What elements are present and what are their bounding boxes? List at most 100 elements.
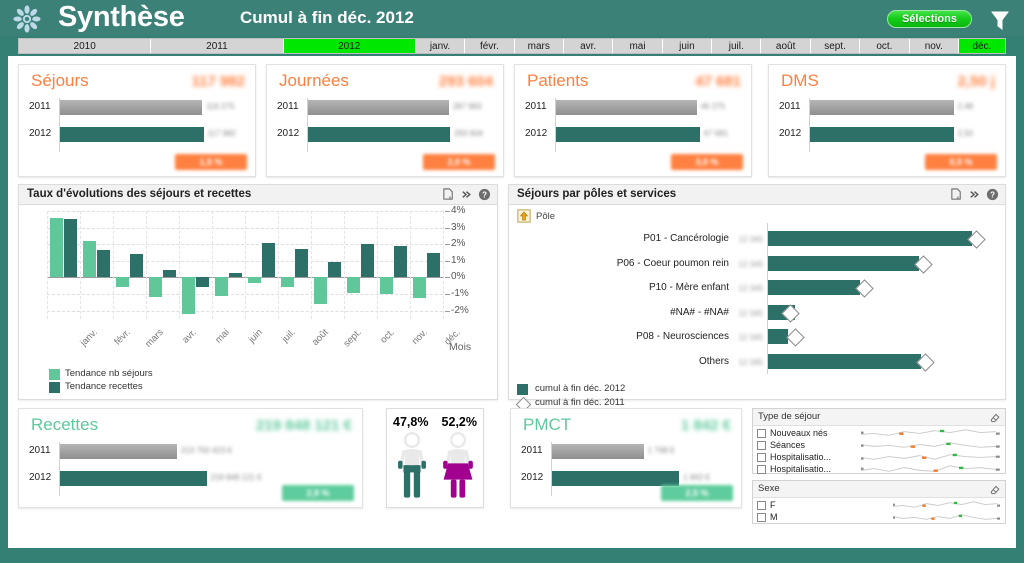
y-axis-tick: -1% — [451, 288, 469, 300]
expand-icon[interactable] — [460, 188, 473, 201]
category-label[interactable]: #NA# - #NA# — [589, 307, 729, 318]
filter-item[interactable]: F — [757, 499, 776, 511]
female-figure-icon — [443, 431, 473, 498]
kpi-patients-bar[interactable] — [556, 127, 700, 142]
filter-checkbox[interactable] — [757, 440, 766, 450]
bar-sept-s0[interactable] — [314, 277, 327, 305]
bar-mai-s0[interactable] — [182, 277, 195, 314]
category-label[interactable]: P01 - Cancérologie — [589, 233, 729, 244]
category-label[interactable]: P10 - Mère enfant — [589, 282, 729, 293]
bar-mars-s1[interactable] — [130, 254, 143, 278]
filter-item[interactable]: Séances — [757, 439, 805, 451]
recettes-bar[interactable] — [60, 444, 177, 459]
timeline-item-fvr[interactable]: févr. — [465, 39, 515, 53]
timeline-item-aot[interactable]: août — [761, 39, 811, 53]
category-label[interactable]: P06 - Coeur poumon rein — [589, 258, 729, 269]
timeline-item-2011[interactable]: 2011 — [151, 39, 284, 53]
bar-aot-s0[interactable] — [281, 277, 294, 288]
bar-dc-s1[interactable] — [427, 252, 440, 278]
bar-janv-s0[interactable] — [50, 217, 63, 278]
timeline-item-avr[interactable]: avr. — [564, 39, 614, 53]
bar-mars-s0[interactable] — [116, 277, 129, 288]
page-subtitle: Cumul à fin déc. 2012 — [240, 8, 414, 27]
bar-avr-s0[interactable] — [149, 277, 162, 298]
bar-janv-s1[interactable] — [64, 219, 77, 278]
timeline-item-nov[interactable]: nov. — [910, 39, 959, 53]
bar-nov-s1[interactable] — [394, 245, 407, 278]
svg-text:?: ? — [482, 191, 487, 200]
help-icon[interactable]: ? — [478, 188, 491, 201]
category-label[interactable]: Others — [589, 356, 729, 367]
pmct-bar[interactable] — [552, 444, 644, 459]
kpi-dms-row: 2011 2,48 — [779, 99, 1015, 118]
bar-sept-s1[interactable] — [328, 261, 341, 278]
help-icon[interactable]: ? — [986, 188, 999, 201]
bar-Others[interactable] — [768, 353, 921, 369]
bar-avr-s1[interactable] — [163, 269, 176, 278]
kpi-sjours-bar[interactable] — [60, 127, 204, 142]
bar-P01Cancrologie[interactable] — [768, 231, 972, 246]
kpi-patients-bar[interactable] — [556, 100, 697, 115]
clear-selection-icon[interactable]: x — [442, 188, 455, 201]
bar-aot-s1[interactable] — [295, 249, 308, 278]
pmct-bar[interactable] — [552, 471, 680, 486]
timeline-item-oct[interactable]: oct. — [860, 39, 910, 53]
category-value: 12 345 — [738, 357, 763, 367]
timeline-item-sept[interactable]: sept. — [811, 39, 861, 53]
timeline-item-2012[interactable]: 2012 — [283, 39, 416, 53]
kpi-patients-row: 2011 46 275 — [525, 99, 761, 118]
bar-P10Mreenfant[interactable] — [768, 280, 860, 295]
timeline-item-juil[interactable]: juil. — [712, 39, 762, 53]
eraser-icon[interactable] — [989, 483, 1001, 495]
bar-P06Coeurpoumonrein[interactable] — [768, 255, 919, 271]
bar-mai-s1[interactable] — [196, 277, 209, 287]
funnel-icon[interactable] — [988, 8, 1012, 32]
kpi-dms-bar[interactable] — [810, 127, 954, 142]
bar-juin-s1[interactable] — [229, 273, 242, 278]
bar-fvr-s1[interactable] — [97, 250, 110, 278]
expand-icon[interactable] — [968, 188, 981, 201]
drill-up-control[interactable]: Pôle — [517, 209, 555, 223]
kpi-dms-bar[interactable] — [810, 100, 954, 115]
filter-item[interactable]: Hospitalisatio... — [757, 451, 831, 463]
poles-panel: Séjours par pôles et services x ? Pôle P… — [508, 184, 1006, 413]
filter-checkbox[interactable] — [757, 464, 766, 474]
clear-selection-icon[interactable]: x — [950, 188, 963, 201]
filter-item[interactable]: M — [757, 511, 778, 523]
timeline-item-mai[interactable]: mai — [613, 39, 663, 53]
bar-juin-s0[interactable] — [215, 277, 228, 296]
timeline-item-mars[interactable]: mars — [515, 39, 564, 53]
timeline-item-2010[interactable]: 2010 — [19, 39, 152, 53]
sparkline — [861, 429, 1000, 436]
bar-fvr-s0[interactable] — [83, 240, 96, 278]
kpi-sjours-bar[interactable] — [60, 100, 203, 115]
recettes-bar[interactable] — [60, 471, 207, 486]
bar-oct-s1[interactable] — [361, 244, 374, 278]
timeline-item-janv[interactable]: janv. — [416, 39, 466, 53]
filter-checkbox[interactable] — [757, 500, 766, 510]
bar-dc-s0[interactable] — [413, 277, 426, 299]
filter-item[interactable]: Hospitalisatio... — [757, 463, 831, 475]
bar-oct-s0[interactable] — [347, 277, 360, 294]
category-label[interactable]: P08 - Neurosciences — [589, 331, 729, 342]
filter-checkbox[interactable] — [757, 428, 766, 438]
timeline-selector[interactable]: 2010 2011 2012 janv. févr. mars avr. mai juin jui… — [18, 38, 1006, 54]
bar-nov-s0[interactable] — [380, 277, 393, 295]
eraser-icon[interactable] — [989, 411, 1001, 423]
poles-panel-icons: x ? — [950, 188, 999, 201]
filter-checkbox[interactable] — [757, 512, 766, 522]
timeline-item-dc[interactable]: déc. — [958, 39, 1005, 53]
selections-button[interactable]: Sélections — [886, 10, 972, 28]
legend-label: cumul à fin déc. 2012 — [535, 383, 626, 394]
kpi-journes-row: 2011 287 983 — [277, 99, 513, 118]
timeline-item-juin[interactable]: juin — [663, 39, 713, 53]
kpi-dms-year: 2011 — [779, 101, 801, 112]
kpi-dms-row: 2012 2,50 — [779, 126, 1015, 145]
filter-checkbox[interactable] — [757, 452, 766, 462]
bar-juil-s1[interactable] — [262, 243, 275, 278]
filter-item[interactable]: Nouveaux nés — [757, 427, 828, 439]
kpi-journes-bar[interactable] — [308, 100, 449, 115]
bar-juil-s0[interactable] — [248, 277, 261, 284]
kpi-journes-bar[interactable] — [308, 127, 451, 142]
drill-up-icon[interactable] — [517, 209, 531, 223]
